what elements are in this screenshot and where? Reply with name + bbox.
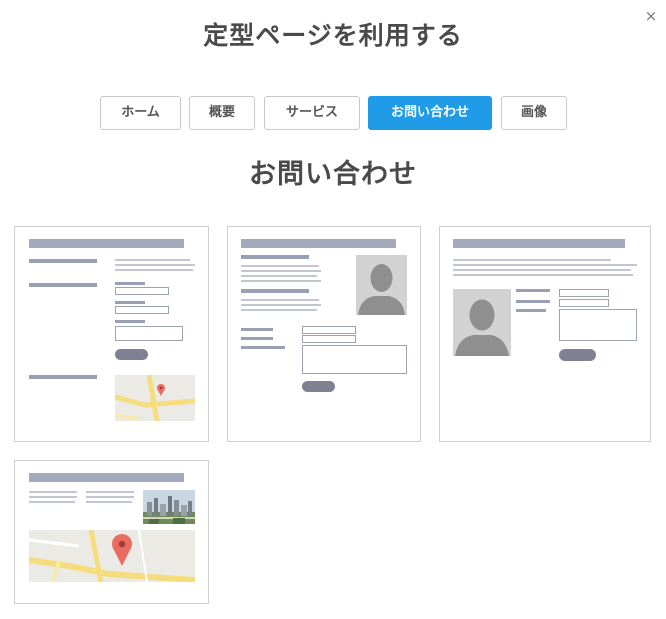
template-card-contact-with-portrait[interactable]: [227, 226, 421, 442]
template-text-line: [241, 309, 317, 311]
template-field-label: [516, 289, 550, 292]
template-portrait-photo: [453, 289, 511, 356]
template-text-line: [241, 280, 321, 282]
template-field-label: [516, 309, 546, 312]
template-header-bar: [29, 239, 184, 248]
template-card-contact-portrait-left[interactable]: [439, 226, 651, 442]
template-header-bar: [453, 239, 625, 248]
template-input-field: [302, 335, 356, 343]
template-submit-button: [559, 349, 596, 361]
template-text-line: [29, 501, 75, 503]
template-field-label: [516, 300, 550, 303]
template-heading-line: [241, 289, 309, 293]
tab-home[interactable]: ホーム: [100, 96, 181, 130]
tab-overview[interactable]: 概要: [189, 96, 255, 130]
template-city-photo: [143, 490, 195, 524]
template-card-contact-form-with-map[interactable]: [14, 226, 209, 442]
person-silhouette-icon: [453, 289, 511, 356]
template-text-line: [453, 269, 631, 271]
template-text-line: [29, 496, 77, 498]
template-header-bar: [29, 473, 184, 482]
template-text-line: [29, 491, 77, 493]
template-text-line: [453, 274, 633, 276]
template-map-image: [115, 375, 195, 421]
template-text-line: [241, 304, 321, 306]
tab-services[interactable]: サービス: [264, 96, 360, 130]
category-tabs: ホーム 概要 サービス お問い合わせ 画像: [0, 96, 666, 130]
template-text-line: [453, 264, 637, 266]
template-text-line: [86, 491, 134, 493]
template-card-contact-photo-and-map[interactable]: [14, 460, 209, 604]
template-text-line: [115, 259, 190, 261]
template-input-field: [559, 289, 609, 297]
template-field-label: [241, 328, 273, 331]
dialog-title: 定型ページを利用する: [203, 21, 463, 50]
template-text-line: [86, 501, 132, 503]
template-submit-button: [115, 349, 148, 360]
section-title: お問い合わせ: [249, 159, 417, 190]
tab-images[interactable]: 画像: [501, 96, 567, 130]
template-field-label: [241, 337, 273, 340]
template-field-label: [241, 346, 285, 349]
template-text-line: [241, 265, 319, 267]
template-field-label: [115, 301, 145, 304]
template-textarea: [559, 309, 637, 341]
template-textarea: [115, 326, 183, 341]
template-input-field: [559, 299, 609, 307]
template-text-line: [115, 269, 193, 271]
template-map-image: [29, 530, 195, 582]
template-text-line: [86, 496, 134, 498]
template-heading-line: [29, 259, 97, 263]
template-text-line: [453, 259, 611, 261]
map-illustration: [115, 375, 195, 421]
template-text-line: [241, 275, 317, 277]
template-heading-line: [29, 283, 97, 287]
template-input-field: [302, 326, 356, 334]
template-portrait-photo: [356, 255, 407, 315]
template-input-field: [115, 287, 169, 295]
map-illustration: [29, 530, 195, 582]
template-text-line: [115, 264, 195, 266]
template-text-line: [241, 299, 319, 301]
template-text-line: [241, 270, 321, 272]
template-submit-button: [302, 381, 335, 392]
template-input-field: [115, 306, 169, 314]
template-field-label: [115, 320, 145, 323]
template-heading-line: [29, 375, 97, 379]
person-silhouette-icon: [356, 255, 407, 315]
template-field-label: [115, 282, 145, 285]
template-heading-line: [241, 255, 309, 259]
tab-contact[interactable]: お問い合わせ: [368, 96, 492, 130]
city-skyline-image: [143, 490, 195, 524]
template-textarea: [302, 345, 407, 374]
template-header-bar: [241, 239, 396, 248]
